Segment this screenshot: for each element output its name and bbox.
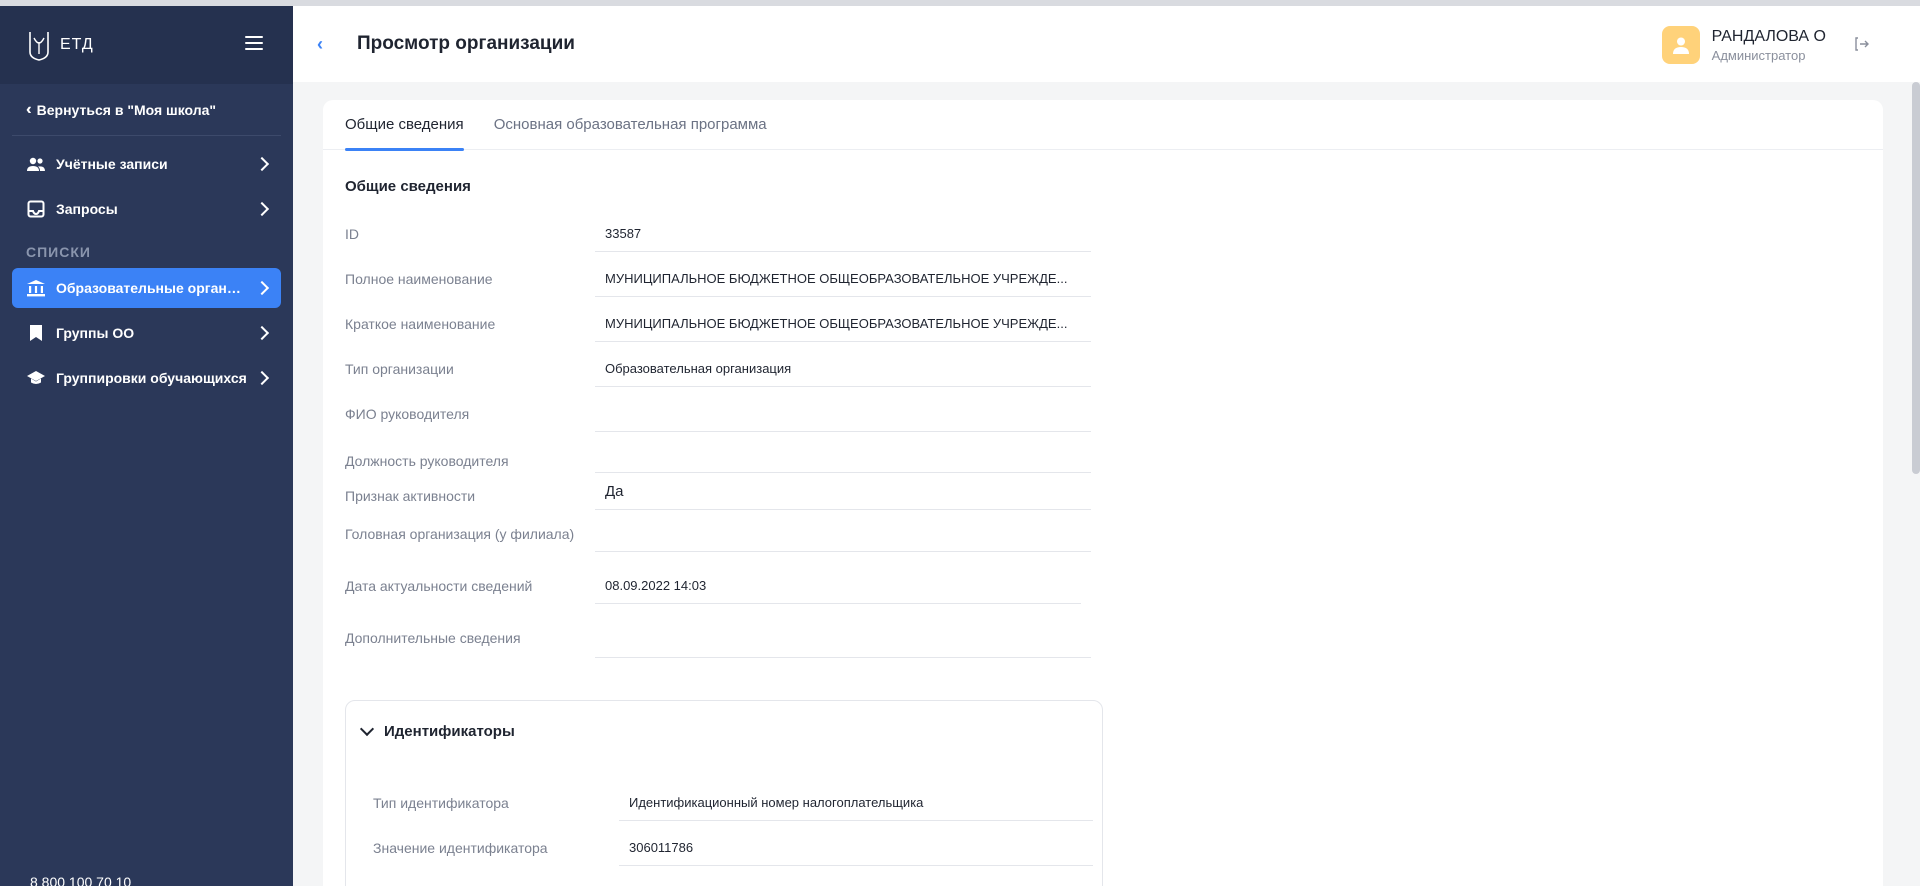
top-border — [0, 0, 1920, 6]
field-value: Образовательная организация — [595, 359, 1091, 387]
sidebar-item-label: Группы ОО — [56, 325, 135, 341]
user-block[interactable]: РАНДАЛОВА О Администратор — [1661, 26, 1826, 64]
chevron-right-icon — [254, 156, 270, 172]
logo-icon — [29, 32, 49, 61]
field-label: Полное наименование — [345, 271, 493, 287]
chevron-right-icon — [254, 370, 270, 386]
sidebar-item-label: Учётные записи — [56, 156, 168, 172]
page-title: Просмотр организации — [357, 33, 575, 54]
graduation-cap-icon — [26, 368, 46, 388]
sidebar-nav: Учётные записи Запросы СПИСКИ Образовате… — [0, 136, 293, 398]
tab-education-program[interactable]: Основная образовательная программа — [494, 100, 767, 150]
identifiers-title: Идентификаторы — [384, 723, 515, 740]
logo-text: ЕТД — [60, 36, 94, 53]
user-name: РАНДАЛОВА О — [1711, 27, 1826, 45]
field-label: ID — [345, 226, 359, 242]
avatar — [1661, 26, 1700, 64]
field-value — [595, 445, 1091, 473]
menu-toggle-icon[interactable] — [245, 36, 263, 50]
field-value: Да — [595, 482, 1091, 510]
inbox-icon — [26, 199, 46, 219]
tabs: Общие сведения Основная образовательная … — [323, 100, 1883, 151]
field-label: Краткое наименование — [345, 316, 496, 332]
field-value: МУНИЦИПАЛЬНОЕ БЮДЖЕТНОЕ ОБЩЕОБРАЗОВАТЕЛЬ… — [595, 269, 1091, 297]
sidebar-item-requests[interactable]: Запросы — [12, 189, 281, 229]
bookmark-icon — [26, 323, 46, 343]
sidebar: ЕТД ‹‹ Вернуться в "Моя школа" Учётные з… — [0, 6, 293, 886]
field-label: Должность руководителя — [345, 453, 509, 469]
double-chevron-left-icon: ‹‹ — [26, 100, 30, 118]
page-header: ‹ Просмотр организации РАНДАЛОВА О Админ… — [293, 6, 1920, 82]
field-label: Признак активности — [345, 488, 476, 504]
field-value — [595, 630, 1091, 658]
sidebar-item-organizations[interactable]: Образовательные организа... — [12, 268, 281, 308]
field-value: 306011786 — [619, 838, 1093, 866]
chevron-right-icon — [254, 280, 270, 296]
sidebar-item-label: Группировки обучающихся — [56, 370, 247, 386]
field-value: Идентификационный номер налогоплательщик… — [619, 793, 1093, 821]
sidebar-header: ЕТД — [0, 6, 293, 84]
chevron-right-icon — [254, 201, 270, 217]
field-value: 08.09.2022 14:03 — [595, 576, 1081, 604]
support-phone: 8 800 100 70 10 — [30, 874, 132, 886]
field-label: Дополнительные сведения — [345, 630, 521, 646]
field-label: Значение идентификатора — [373, 840, 548, 856]
sidebar-item-student-groupings[interactable]: Группировки обучающихся — [12, 358, 281, 398]
field-value: МУНИЦИПАЛЬНОЕ БЮДЖЕТНОЕ ОБЩЕОБРАЗОВАТЕЛЬ… — [595, 314, 1091, 342]
field-label: Тип организации — [345, 361, 454, 377]
field-value: 33587 — [595, 224, 1091, 252]
identifiers-toggle[interactable]: Идентификаторы — [359, 721, 1102, 740]
sidebar-item-label: Запросы — [56, 201, 118, 217]
chevron-right-icon — [254, 325, 270, 341]
sidebar-item-accounts[interactable]: Учётные записи — [12, 144, 281, 184]
back-link-label: Вернуться в "Моя школа" — [36, 101, 217, 118]
user-role: Администратор — [1711, 47, 1806, 63]
field-label: ФИО руководителя — [345, 406, 470, 422]
field-value — [595, 404, 1091, 432]
sidebar-item-label: Образовательные организа... — [56, 280, 249, 296]
page-scrollbar[interactable] — [1912, 82, 1920, 474]
field-value — [595, 524, 1091, 552]
field-label: Дата актуальности сведений — [345, 578, 533, 594]
sidebar-section-title: СПИСКИ — [26, 244, 91, 260]
field-label: Тип идентификатора — [373, 795, 509, 811]
field-label: Головная организация (у филиала) — [345, 526, 575, 542]
sidebar-item-oo-groups[interactable]: Группы ОО — [12, 313, 281, 353]
chevron-down-icon — [359, 721, 375, 737]
section-title: Общие сведения — [345, 178, 471, 195]
logout-icon[interactable] — [1854, 36, 1870, 52]
tab-general-info[interactable]: Общие сведения — [345, 100, 464, 151]
users-icon — [26, 154, 46, 174]
back-to-school-link[interactable]: ‹‹ Вернуться в "Моя школа" — [12, 84, 281, 136]
back-arrow-icon[interactable]: ‹ — [317, 34, 357, 55]
identifiers-panel: Идентификаторы Тип идентификатора Иденти… — [345, 700, 1103, 886]
bank-icon — [26, 278, 46, 298]
organization-card: Общие сведения Основная образовательная … — [323, 100, 1883, 886]
